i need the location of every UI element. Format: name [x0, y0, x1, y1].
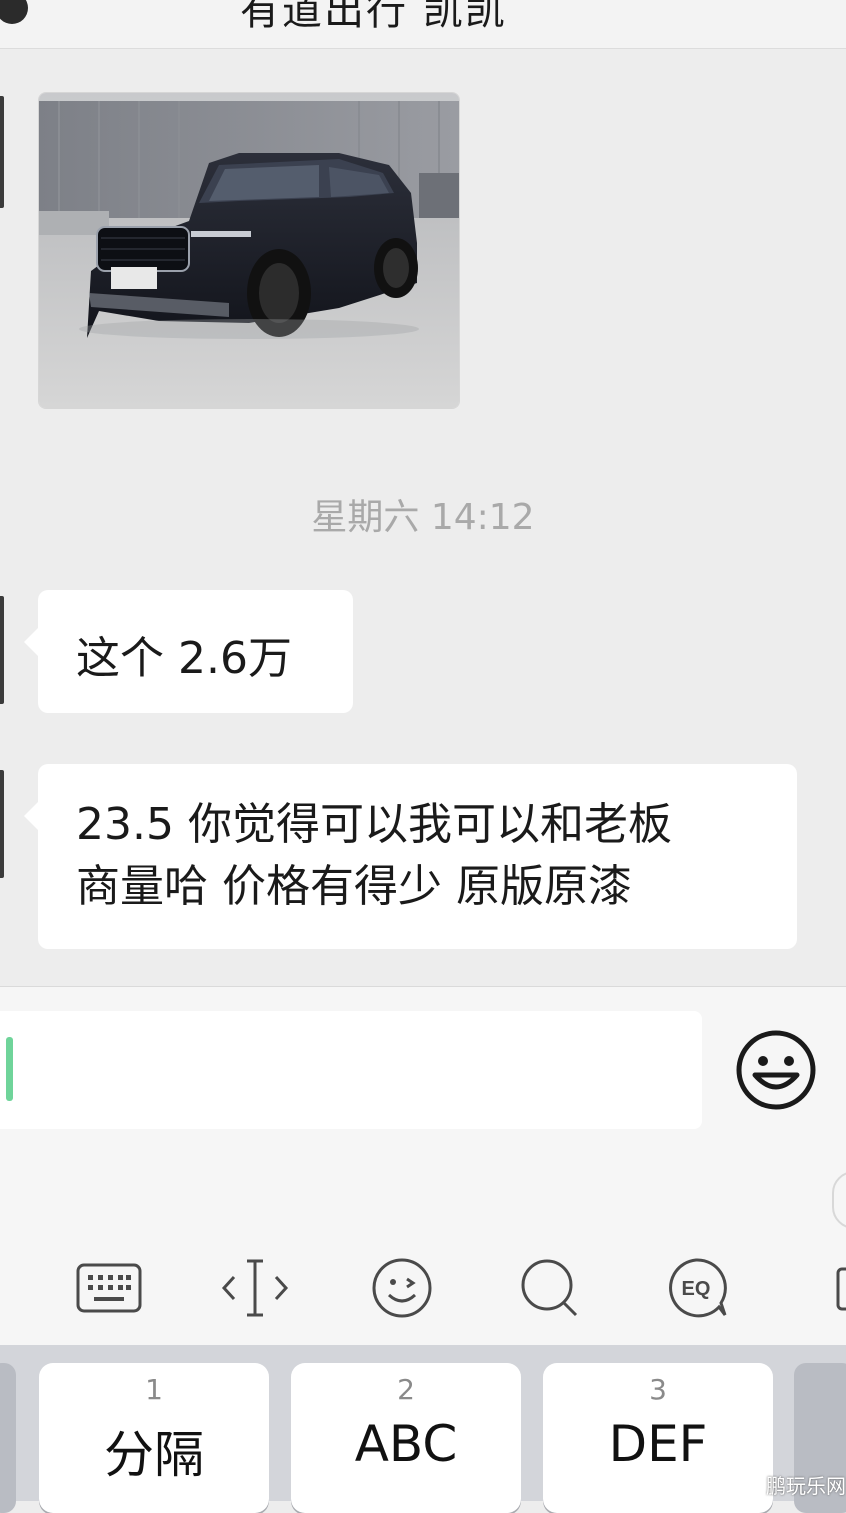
watermark: 鹏玩乐网: [766, 1474, 846, 1498]
more-tool-icon[interactable]: [830, 1255, 846, 1321]
keyboard-keys: 1 分隔 2 ABC 3 DEF: [0, 1345, 846, 1513]
key-label: DEF: [608, 1415, 708, 1473]
key-2[interactable]: 2 ABC: [291, 1363, 521, 1513]
keyboard-side-button[interactable]: [832, 1171, 846, 1229]
keyboard-toolbar: EQ: [0, 1155, 846, 1345]
key-3[interactable]: 3 DEF: [543, 1363, 773, 1513]
key-number: 3: [649, 1373, 667, 1406]
message-timestamp: 星期六 14:12: [311, 497, 535, 538]
message-text-line: 商量哈 价格有得少 原版原漆: [76, 861, 632, 912]
cursor-move-icon[interactable]: [220, 1255, 290, 1321]
avatar[interactable]: [0, 596, 4, 704]
message-bubble[interactable]: 这个 2.6万: [24, 590, 353, 713]
avatar[interactable]: [0, 96, 4, 208]
text-caret: [6, 1037, 13, 1101]
svg-text:EQ: EQ: [682, 1278, 711, 1300]
chat-header: 有道出行 凯凯: [0, 0, 846, 49]
chat-title: 有道出行 凯凯: [240, 0, 507, 34]
back-icon[interactable]: [0, 0, 30, 26]
key-number: 1: [145, 1373, 163, 1406]
eq-icon[interactable]: EQ: [661, 1255, 731, 1321]
message-text: 这个 2.6万: [76, 633, 292, 684]
key-label: ABC: [354, 1415, 458, 1473]
message-text-line: 23.5 你觉得可以我可以和老板: [76, 799, 672, 850]
key-1[interactable]: 1 分隔: [39, 1363, 269, 1513]
avatar[interactable]: [0, 770, 4, 878]
key-side-left[interactable]: [0, 1363, 16, 1513]
keyboard-icon[interactable]: [74, 1255, 144, 1321]
message-input[interactable]: [0, 1011, 702, 1129]
key-label: 分隔: [104, 1426, 204, 1484]
emoji-face-icon[interactable]: [367, 1255, 437, 1321]
car-photo: [39, 93, 459, 408]
emoji-button-icon[interactable]: [733, 1027, 819, 1113]
key-number: 2: [397, 1373, 415, 1406]
search-icon[interactable]: [514, 1255, 584, 1321]
message-bubble[interactable]: 23.5 你觉得可以我可以和老板 商量哈 价格有得少 原版原漆: [24, 764, 797, 949]
input-bar: [0, 986, 846, 1156]
car-photo-message[interactable]: [38, 92, 460, 409]
